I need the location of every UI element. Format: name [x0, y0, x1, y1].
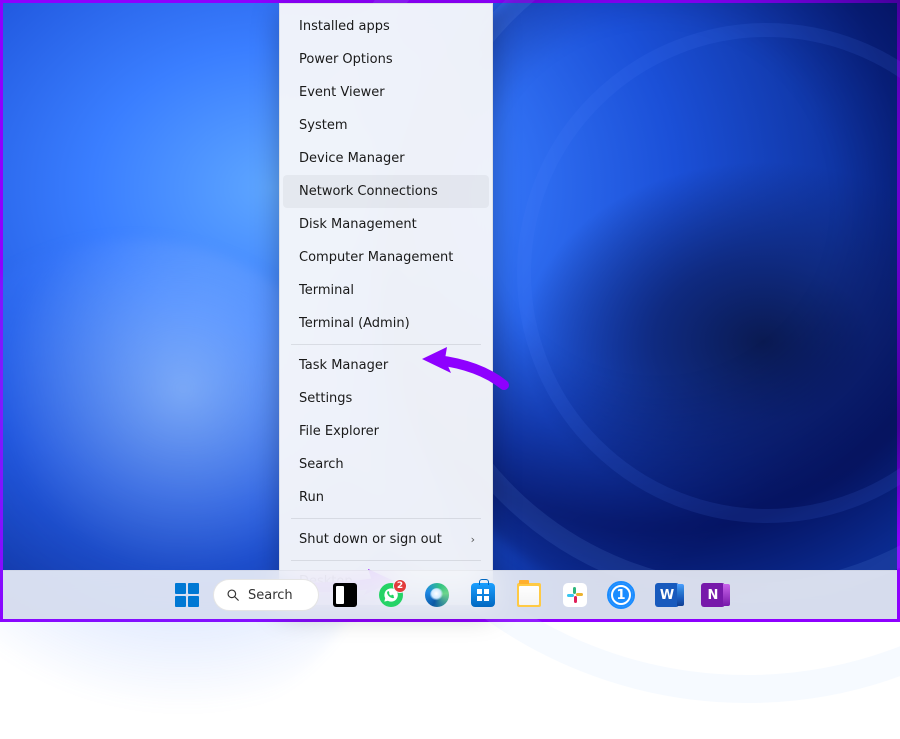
menu-item-shutdown[interactable]: Shut down or sign out ›: [283, 523, 489, 556]
edge-icon: [425, 583, 449, 607]
winx-context-menu: Installed apps Power Options Event Viewer S…: [279, 3, 493, 605]
menu-item-label: Run: [299, 490, 324, 505]
menu-separator: [291, 518, 481, 519]
menu-item-device-manager[interactable]: Device Manager: [283, 142, 489, 175]
menu-item-label: Event Viewer: [299, 85, 385, 100]
whatsapp-badge: 2: [393, 579, 407, 593]
menu-item-system[interactable]: System: [283, 109, 489, 142]
1password-icon: 1: [609, 583, 633, 607]
menu-item-label: Task Manager: [299, 358, 388, 373]
menu-item-label: Device Manager: [299, 151, 405, 166]
taskbar-app-microsoft-store[interactable]: [463, 575, 503, 615]
whatsapp-icon: 2: [379, 583, 403, 607]
menu-item-network-connections[interactable]: Network Connections: [283, 175, 489, 208]
menu-item-terminal[interactable]: Terminal: [283, 274, 489, 307]
taskbar-app-whatsapp[interactable]: 2: [371, 575, 411, 615]
menu-item-run[interactable]: Run: [283, 481, 489, 514]
menu-item-label: Network Connections: [299, 184, 438, 199]
menu-item-task-manager[interactable]: Task Manager: [283, 349, 489, 382]
menu-item-search[interactable]: Search: [283, 448, 489, 481]
menu-separator: [291, 560, 481, 561]
menu-item-label: Terminal: [299, 283, 354, 298]
search-icon: [226, 588, 240, 602]
menu-item-label: File Explorer: [299, 424, 379, 439]
menu-item-label: Disk Management: [299, 217, 417, 232]
menu-item-disk-management[interactable]: Disk Management: [283, 208, 489, 241]
menu-item-label: Settings: [299, 391, 352, 406]
word-icon: W: [655, 583, 679, 607]
menu-item-installed-apps[interactable]: Installed apps: [283, 10, 489, 43]
menu-item-event-viewer[interactable]: Event Viewer: [283, 76, 489, 109]
menu-item-file-explorer[interactable]: File Explorer: [283, 415, 489, 448]
menu-item-label: Installed apps: [299, 19, 390, 34]
windows-logo-icon: [175, 583, 199, 607]
menu-separator: [291, 344, 481, 345]
menu-item-power-options[interactable]: Power Options: [283, 43, 489, 76]
microsoft-store-icon: [471, 583, 495, 607]
file-explorer-icon: [517, 583, 541, 607]
menu-item-label: Shut down or sign out: [299, 532, 442, 547]
taskbar-app-unknown-square[interactable]: [325, 575, 365, 615]
menu-item-settings[interactable]: Settings: [283, 382, 489, 415]
menu-item-computer-management[interactable]: Computer Management: [283, 241, 489, 274]
taskbar: Search 2 1 W: [3, 570, 897, 619]
menu-item-label: Power Options: [299, 52, 393, 67]
menu-item-label: Computer Management: [299, 250, 453, 265]
taskbar-app-slack[interactable]: [555, 575, 595, 615]
menu-item-label: System: [299, 118, 347, 133]
taskbar-app-onenote[interactable]: N: [693, 575, 733, 615]
menu-item-label: Search: [299, 457, 344, 472]
menu-item-terminal-admin[interactable]: Terminal (Admin): [283, 307, 489, 340]
menu-item-label: Terminal (Admin): [299, 316, 410, 331]
square-app-icon: [333, 583, 357, 607]
taskbar-app-word[interactable]: W: [647, 575, 687, 615]
onenote-icon: N: [701, 583, 725, 607]
taskbar-app-1password[interactable]: 1: [601, 575, 641, 615]
taskbar-app-edge[interactable]: [417, 575, 457, 615]
chevron-right-icon: ›: [471, 533, 475, 546]
start-button[interactable]: [167, 575, 207, 615]
taskbar-search-label: Search: [248, 588, 293, 603]
taskbar-search[interactable]: Search: [213, 579, 319, 611]
taskbar-app-file-explorer[interactable]: [509, 575, 549, 615]
slack-icon: [563, 583, 587, 607]
